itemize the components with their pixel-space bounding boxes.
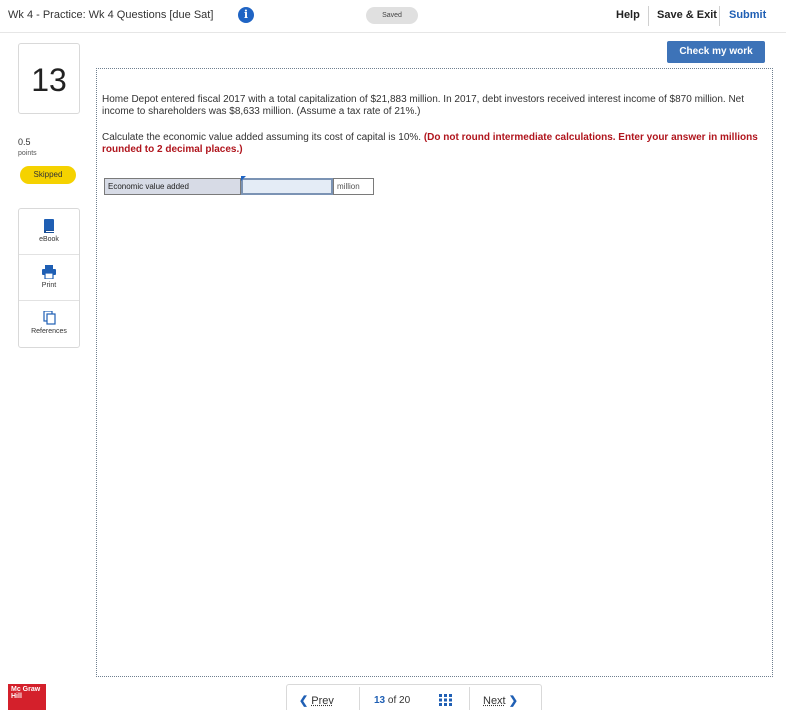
- current-page: 13: [374, 695, 386, 706]
- pager-divider: [469, 687, 470, 710]
- references-label: References: [31, 328, 67, 335]
- info-icon[interactable]: i: [238, 7, 254, 23]
- save-exit-link[interactable]: Save & Exit: [657, 9, 717, 21]
- answer-unit: million: [333, 178, 374, 195]
- next-label: Next: [483, 695, 506, 707]
- submit-link[interactable]: Submit: [729, 9, 766, 21]
- printer-icon: [42, 265, 56, 279]
- answer-label: Economic value added: [104, 178, 241, 195]
- question-text: Home Depot entered fiscal 2017 with a to…: [102, 94, 745, 117]
- total-pages: 20: [399, 695, 411, 706]
- tools-panel: eBook Print References: [18, 208, 80, 348]
- pagination: ❮ Prev 13 of 20 Next ❯: [286, 684, 542, 710]
- economic-value-added-input[interactable]: [241, 178, 333, 195]
- book-icon: [44, 219, 54, 233]
- assignment-title: Wk 4 - Practice: Wk 4 Questions [due Sat…: [8, 9, 214, 21]
- references-button[interactable]: References: [19, 301, 79, 347]
- references-icon: [43, 311, 56, 325]
- ebook-button[interactable]: eBook: [19, 209, 79, 255]
- prev-button[interactable]: ❮ Prev: [299, 694, 334, 707]
- ebook-label: eBook: [39, 236, 59, 243]
- question-number: 13: [31, 62, 67, 98]
- chevron-right-icon: ❯: [508, 695, 518, 707]
- header-divider: [719, 6, 720, 26]
- points-value: 0.5: [18, 137, 31, 147]
- skipped-badge: Skipped: [20, 166, 76, 184]
- grid-icon[interactable]: [439, 694, 453, 706]
- print-label: Print: [41, 282, 57, 289]
- saved-status-badge: Saved: [366, 7, 418, 24]
- points-label: points: [18, 150, 37, 157]
- next-button[interactable]: Next ❯: [483, 694, 518, 707]
- input-flag-icon: [241, 176, 246, 181]
- question-instruction: Calculate the economic value added assum…: [102, 132, 770, 156]
- mcgraw-hill-logo: Mc Graw Hill: [8, 684, 46, 710]
- print-button[interactable]: Print: [19, 255, 79, 301]
- chevron-left-icon: ❮: [299, 695, 309, 707]
- of-label: of: [387, 695, 397, 706]
- prev-label: Prev: [311, 695, 334, 707]
- page-count: 13 of 20: [374, 695, 410, 706]
- check-my-work-button[interactable]: Check my work: [667, 41, 765, 63]
- question-area: Home Depot entered fiscal 2017 with a to…: [96, 68, 773, 677]
- top-bar: Wk 4 - Practice: Wk 4 Questions [due Sat…: [0, 0, 786, 33]
- pager-divider: [359, 687, 360, 710]
- question-number-box: 13: [18, 43, 80, 114]
- instruction-text: Calculate the economic value added assum…: [102, 132, 422, 143]
- header-divider: [648, 6, 649, 26]
- help-link[interactable]: Help: [616, 9, 640, 21]
